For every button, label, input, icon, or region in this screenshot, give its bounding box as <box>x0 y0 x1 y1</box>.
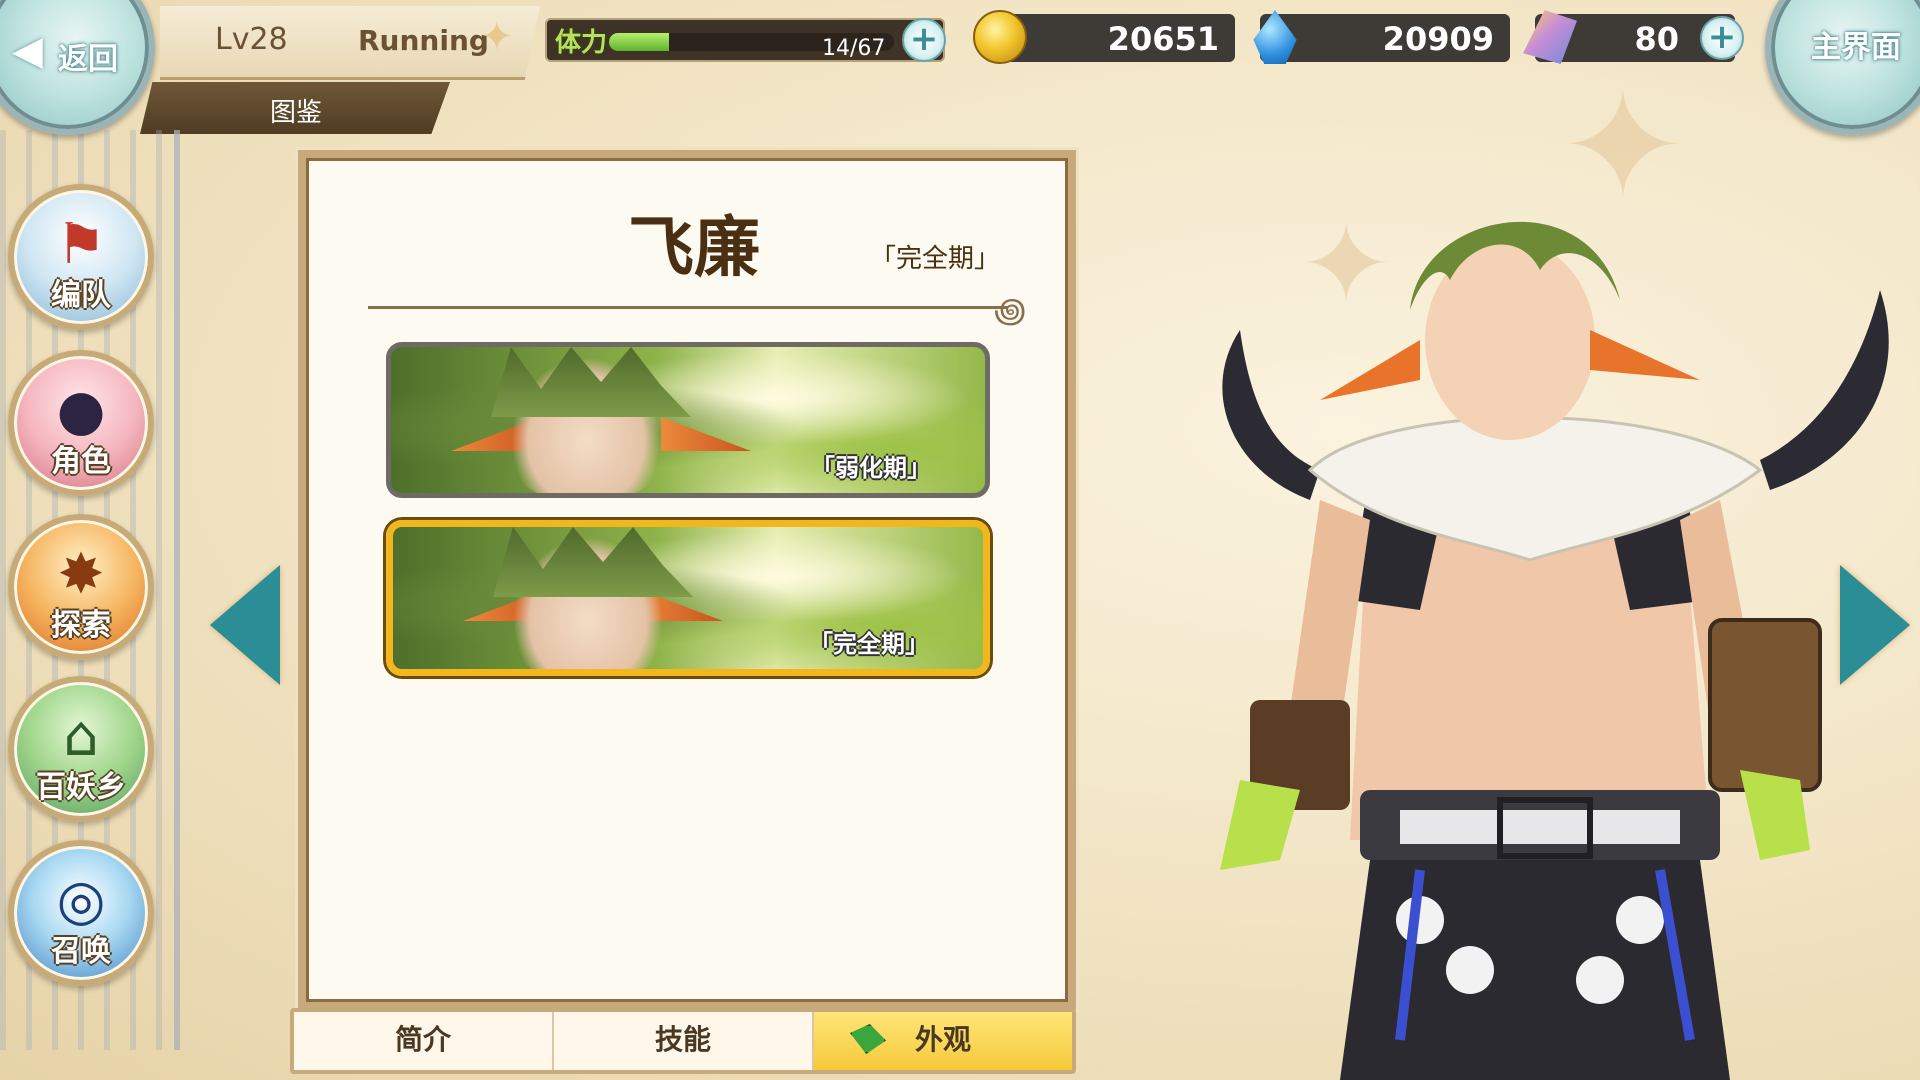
stamina-bar-fill <box>609 33 669 51</box>
tab-appearance[interactable]: 外观 <box>814 1012 1072 1070</box>
stamina-label: 体力 <box>555 28 608 58</box>
stamina-meter: 体力 14/67 <box>545 18 945 62</box>
stamina-value: 14/67 <box>822 36 886 61</box>
previous-character-arrow-icon[interactable] <box>210 565 280 685</box>
section-title: 图鉴 <box>270 98 323 128</box>
skin-card-complete[interactable]: 「完全期」 <box>386 520 990 676</box>
section-title-banner: 图鉴 <box>140 82 450 134</box>
leaf-icon <box>850 1024 886 1054</box>
spirit-counter: 20909 <box>1253 10 1510 64</box>
nav-item-explore[interactable]: ✸ 探索 <box>8 514 154 660</box>
gold-amount: 20651 <box>1107 20 1219 58</box>
tab-label: 简介 <box>394 1023 451 1056</box>
nav-item-summon[interactable]: ◎ 召唤 <box>8 840 154 986</box>
home-button[interactable]: 主界面 <box>1765 0 1920 135</box>
back-button[interactable]: ◀ 返回 <box>0 0 155 135</box>
player-level: Lv28 <box>215 22 288 57</box>
crystal-amount: 80 <box>1634 20 1679 58</box>
village-icon: ⌂ <box>63 704 99 769</box>
nav-item-label: 百妖乡 <box>36 770 126 805</box>
crystal-icon <box>1523 10 1577 64</box>
player-name: Running <box>358 24 489 57</box>
character-icon: ● <box>56 378 106 443</box>
explore-icon: ✸ <box>57 542 105 607</box>
character-gallery-panel: 飞廉 「完全期」 ꩜ 「弱化期」 「完全期」 <box>298 150 1076 1010</box>
skin-card-weakened[interactable]: 「弱化期」 <box>386 342 990 498</box>
back-button-label: 返回 <box>58 42 118 77</box>
ear-decoration <box>661 417 751 451</box>
nav-item-label: 编队 <box>51 278 111 313</box>
nav-item-village[interactable]: ⌂ 百妖乡 <box>8 676 154 822</box>
title-divider <box>368 306 1008 309</box>
team-icon: ⚑ <box>55 212 107 277</box>
swirl-icon: ꩜ <box>994 291 1027 331</box>
tab-intro[interactable]: 简介 <box>294 1012 554 1070</box>
summon-icon: ◎ <box>56 868 106 933</box>
character-name: 飞廉 <box>628 209 760 286</box>
nav-item-team[interactable]: ⚑ 编队 <box>8 184 154 330</box>
nav-item-label: 探索 <box>51 608 111 643</box>
player-banner: Lv28 Running ✦ <box>160 6 540 80</box>
tab-label: 技能 <box>654 1023 711 1056</box>
add-crystal-button[interactable]: + <box>1700 16 1744 60</box>
nav-item-character[interactable]: ● 角色 <box>8 350 154 496</box>
home-button-label: 主界面 <box>1811 30 1901 65</box>
spirit-amount: 20909 <box>1382 20 1494 58</box>
add-stamina-button[interactable]: + <box>902 18 946 62</box>
nav-item-label: 召唤 <box>51 934 111 969</box>
blue-flame-icon <box>1253 10 1297 64</box>
detail-tabs: 简介 技能 外观 <box>290 1008 1076 1074</box>
skin-stage-label: 「完全期」 <box>809 630 929 658</box>
sparkle-icon: ✦ <box>480 14 514 60</box>
tab-skills[interactable]: 技能 <box>554 1012 814 1070</box>
back-arrow-icon: ◀ <box>12 28 43 74</box>
skin-stage-label: 「弱化期」 <box>811 454 931 482</box>
character-illustration <box>1220 221 1889 1080</box>
gold-coin-icon <box>973 10 1027 64</box>
nav-item-label: 角色 <box>51 444 111 479</box>
tab-label: 外观 <box>914 1023 971 1056</box>
gold-counter: 20651 <box>973 10 1235 64</box>
character-stage: 「完全期」 <box>870 244 1001 274</box>
